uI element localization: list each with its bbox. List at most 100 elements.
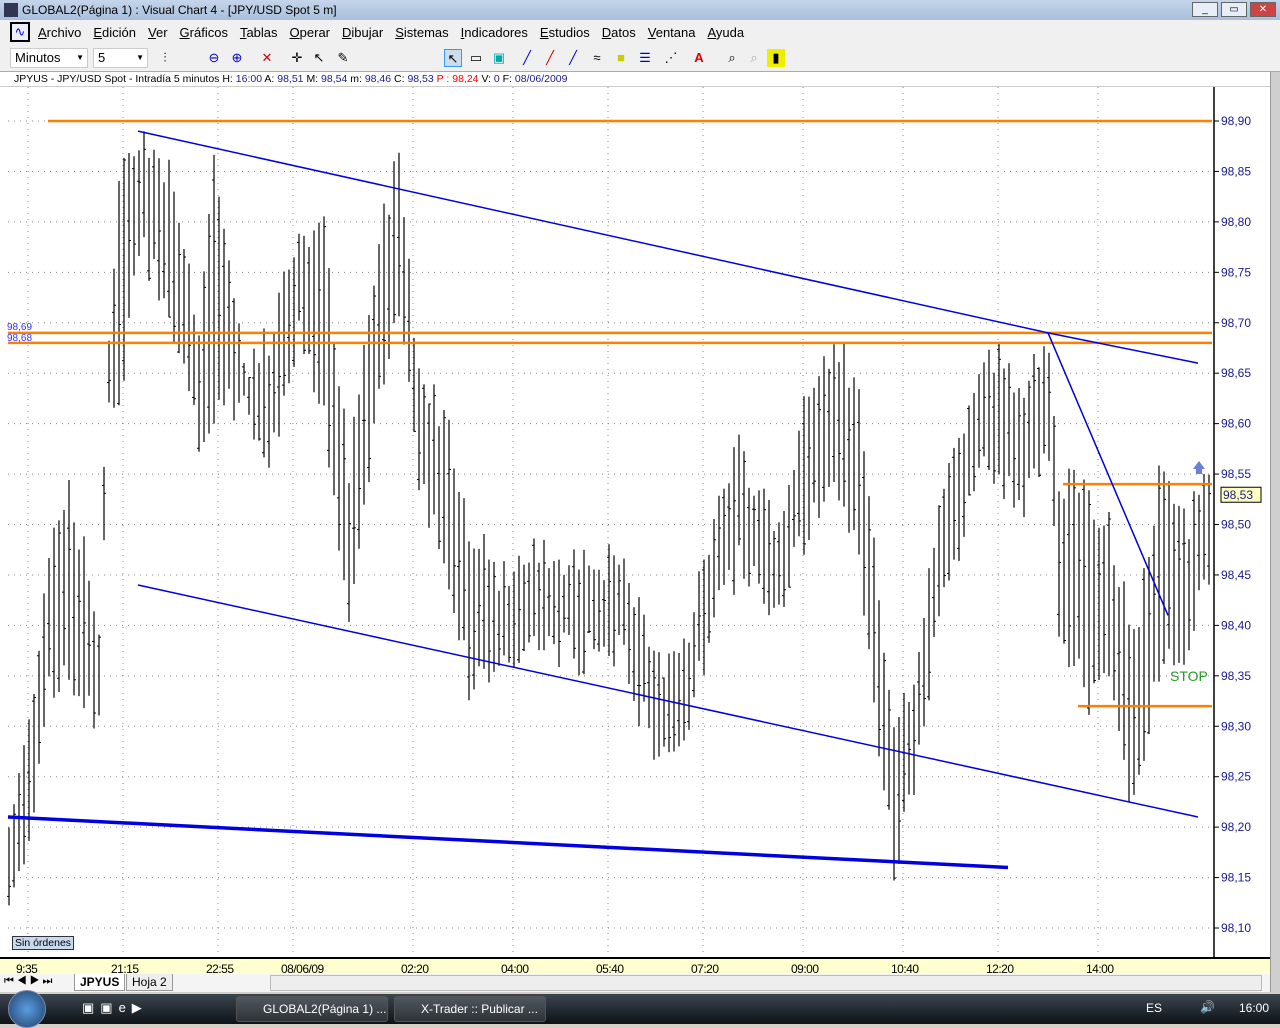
line-icon[interactable]: ╱ [518, 49, 536, 67]
cursor-select-icon[interactable]: ↖ [310, 49, 328, 67]
y-tick-label: 98,85 [1221, 164, 1251, 178]
pointer-icon[interactable]: ↖ [444, 49, 462, 67]
menu-ver[interactable]: Ver [146, 25, 170, 40]
y-tick-label: 98,80 [1221, 215, 1251, 229]
y-tick-label: 98,55 [1221, 467, 1251, 481]
time-axis: 9:35 21:15 22:55 08/06/09 02:20 04:00 05:40 07:… [0, 957, 1270, 976]
y-tick-label: 98,40 [1221, 618, 1251, 632]
y-tick-label: 98,45 [1221, 568, 1251, 582]
h-label: H: [222, 73, 233, 85]
sheet-tabs-bar: ⏮◀▶⏭ JPYUS Hoja 2 [0, 974, 1270, 992]
toolbar: Minutos ▼ 5 ▼ ⫶ ⊖ ⊕ ✕ ✛ ↖ ✎ ↖ ▭ ▣ ╱ ╱ ╱ ≈ … [0, 44, 1280, 72]
menu-operar[interactable]: Operar [288, 25, 332, 40]
menu-ayuda[interactable]: Ayuda [705, 25, 746, 40]
y-tick-label: 98,25 [1221, 770, 1251, 784]
period-value: Minutos [15, 50, 61, 65]
task-global2[interactable]: GLOBAL2(Página 1) ... [236, 996, 388, 1022]
open-value: 98,51 [277, 73, 304, 85]
task-xtrader[interactable]: X-Trader :: Publicar ... [394, 996, 546, 1022]
clock: 16:00 [1239, 1001, 1270, 1015]
menu-indicadores[interactable]: Indicadores [459, 25, 530, 40]
y-tick-label: 98,30 [1221, 719, 1251, 733]
orders-status[interactable]: Sin órdenes [12, 936, 75, 950]
chart-type-icon[interactable]: ⫶ [156, 49, 174, 67]
m-label: M: [306, 73, 319, 85]
text-icon[interactable]: A [690, 49, 708, 67]
trendline-icon[interactable]: ╱ [564, 49, 582, 67]
p-value: 98,24 [452, 73, 479, 85]
menu-graficos[interactable]: Gráficos [178, 25, 230, 40]
h-value: 16:00 [235, 73, 263, 85]
interval-select[interactable]: 5 ▼ [93, 48, 148, 68]
sheet-tab-hoja2[interactable]: Hoja 2 [126, 974, 173, 991]
low-value: 98,46 [364, 73, 392, 85]
maximize-button[interactable]: ▭ [1221, 2, 1247, 17]
price-chart[interactable]: 98,6998,68 98,90 98,85 98,80 98,75 98,70 98,65… [0, 87, 1270, 957]
window-title: GLOBAL2(Página 1) : Visual Chart 4 - [JP… [22, 3, 337, 17]
sheet-tab-jpyus[interactable]: JPYUS [74, 974, 126, 991]
tray-icons[interactable]: 🔊 [1200, 1000, 1215, 1014]
close-button[interactable]: ✕ [1250, 2, 1276, 17]
zoom-area-disabled-icon: ⌕ [750, 50, 758, 65]
fibonacci-icon[interactable]: ☰ [636, 49, 654, 67]
symbol-label: JPYUS - JPY/USD Spot - Intradía 5 minuto… [14, 73, 220, 85]
zoom-out-icon[interactable]: ⊖ [205, 49, 223, 67]
mn-label: m: [350, 73, 362, 85]
level-label: 98,69 [7, 322, 32, 333]
a-label: A: [264, 73, 275, 85]
chart-info-bar: JPYUS - JPY/USD Spot - Intradía 5 minuto… [0, 72, 1280, 87]
c-label: C: [394, 73, 405, 85]
language-indicator[interactable]: ES [1146, 1001, 1162, 1015]
last-price-label: 98,53 [1223, 488, 1253, 502]
y-tick-label: 98,65 [1221, 366, 1251, 380]
taskbar: ▣▣e▶ GLOBAL2(Página 1) ... X-Trader :: P… [0, 990, 1280, 1028]
close-value: 98,53 [407, 73, 434, 85]
start-button[interactable] [8, 990, 46, 1028]
parallel-lines-icon[interactable]: ≈ [588, 49, 606, 67]
y-tick-label: 98,75 [1221, 265, 1251, 279]
zoom-area-icon[interactable]: ⌕ [723, 49, 741, 67]
app-icon [4, 3, 18, 17]
cursor-cross-icon[interactable]: ✛ [288, 49, 306, 67]
menu-sistemas[interactable]: Sistemas [393, 25, 450, 40]
film-icon[interactable]: ▮ [767, 49, 785, 67]
chart-app-icon: ∿ [10, 22, 30, 42]
y-tick-label: 98,20 [1221, 820, 1251, 834]
horizontal-scrollbar[interactable] [270, 975, 1262, 991]
menu-archivo[interactable]: Archivo [36, 25, 83, 40]
red-line-icon[interactable]: ╱ [541, 49, 559, 67]
menu-ventana[interactable]: Ventana [646, 25, 698, 40]
title-bar: GLOBAL2(Página 1) : Visual Chart 4 - [JP… [0, 0, 1280, 20]
minimize-button[interactable]: _ [1192, 2, 1218, 17]
rectangle-icon[interactable]: ▣ [490, 49, 508, 67]
volume-value: 0 [493, 73, 500, 85]
zoom-in-icon[interactable]: ⊕ [228, 49, 246, 67]
color-box-icon[interactable]: ■ [612, 49, 630, 67]
p-label: P : [436, 73, 450, 85]
y-tick-label: 98,10 [1221, 921, 1251, 935]
y-tick-label: 98,15 [1221, 871, 1251, 885]
menu-tablas[interactable]: Tablas [238, 25, 280, 40]
y-tick-label: 98,70 [1221, 316, 1251, 330]
high-value: 98,54 [321, 73, 348, 85]
interval-value: 5 [98, 50, 106, 65]
sheet-nav-arrows[interactable]: ⏮◀▶⏭ [4, 975, 55, 988]
level-label: 98,68 [7, 333, 32, 344]
stop-label: STOP [1170, 668, 1208, 684]
date-value: 08/06/2009 [514, 73, 568, 85]
menu-estudios[interactable]: Estudios [538, 25, 592, 40]
points-icon[interactable]: ⋰ [662, 49, 680, 67]
delete-bars-icon[interactable]: ✕ [258, 49, 276, 67]
quicklaunch-icons[interactable]: ▣▣e▶ [82, 1000, 148, 1016]
menu-datos[interactable]: Datos [600, 25, 638, 40]
v-label: V: [481, 73, 491, 85]
pen-icon[interactable]: ✎ [334, 49, 352, 67]
period-select[interactable]: Minutos ▼ [10, 48, 88, 68]
y-tick-label: 98,35 [1221, 669, 1251, 683]
ruler-icon[interactable]: ▭ [467, 49, 485, 67]
menu-dibujar[interactable]: Dibujar [340, 25, 385, 40]
y-tick-label: 98,50 [1221, 518, 1251, 532]
vertical-scrollbar[interactable] [1270, 72, 1280, 992]
menu-edicion[interactable]: Edición [91, 25, 138, 40]
y-tick-label: 98,90 [1221, 114, 1251, 128]
